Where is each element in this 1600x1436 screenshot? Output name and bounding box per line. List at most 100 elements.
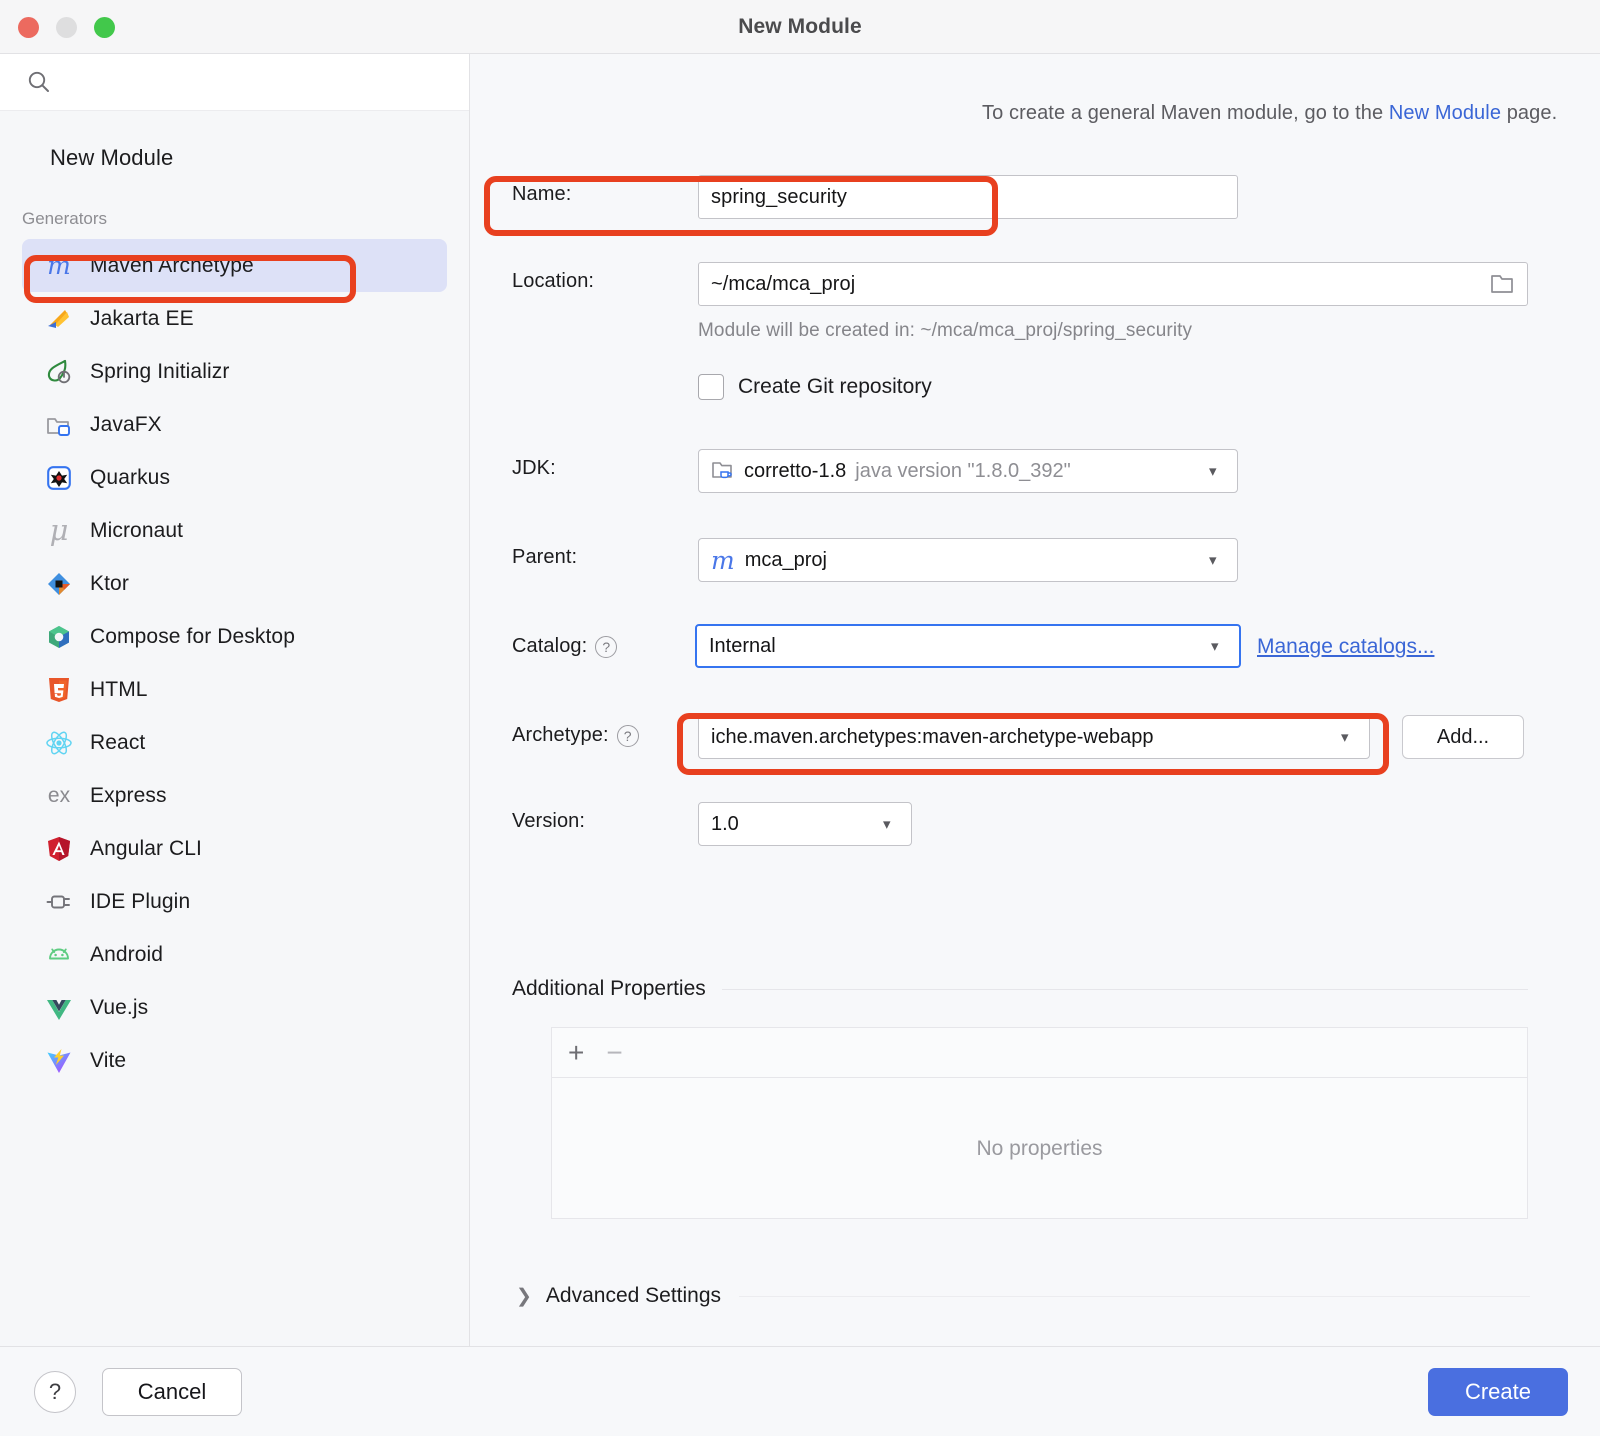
parent-value: mca_proj <box>744 548 827 571</box>
sidebar-heading: New Module <box>50 145 174 170</box>
jdk-detail: java version "1.8.0_392" <box>855 459 1071 482</box>
advanced-settings-toggle[interactable]: ❯ Advanced Settings <box>516 1284 1530 1308</box>
sidebar-item-javafx[interactable]: JavaFX <box>22 398 447 451</box>
sidebar-item-quarkus[interactable]: Quarkus <box>22 451 447 504</box>
create-git-repository-checkbox[interactable] <box>698 374 724 400</box>
sidebar-item-ide-plugin[interactable]: IDE Plugin <box>22 875 447 928</box>
plus-icon[interactable]: + <box>568 1038 584 1067</box>
sidebar-item-compose-for-desktop[interactable]: Compose for Desktop <box>22 610 447 663</box>
maven-icon: m <box>711 547 735 573</box>
sidebar-item-label: Maven Archetype <box>90 253 254 277</box>
sidebar-item-label: Compose for Desktop <box>90 624 295 648</box>
search-input[interactable] <box>62 70 455 94</box>
maven-icon: m <box>47 251 71 280</box>
minimize-button[interactable] <box>56 17 77 38</box>
main-panel: To create a general Maven module, go to … <box>470 54 1600 1346</box>
catalog-dropdown[interactable]: Internal ▾ <box>695 624 1241 668</box>
sidebar-item-label: Angular CLI <box>90 836 202 860</box>
title-bar: New Module <box>0 0 1600 54</box>
create-label: Create <box>1464 1378 1532 1404</box>
plugin-icon <box>44 887 74 917</box>
sidebar-item-angular-cli[interactable]: Angular CLI <box>22 822 447 875</box>
sidebar-item-ktor[interactable]: Ktor <box>22 557 447 610</box>
chevron-right-icon: ❯ <box>516 1285 532 1307</box>
search-bar[interactable] <box>0 54 469 111</box>
compose-icon <box>44 622 74 652</box>
sidebar-item-vite[interactable]: Vite <box>22 1034 447 1087</box>
create-git-repository-checkbox-row[interactable]: Create Git repository <box>698 374 932 400</box>
dialog-footer: ? Cancel Create <box>0 1346 1600 1436</box>
micronaut-icon: μ <box>49 513 69 547</box>
sidebar-item-label: IDE Plugin <box>90 889 191 913</box>
intro-text: To create a general Maven module, go to … <box>470 54 1600 125</box>
sidebar-item-html[interactable]: HTML <box>22 663 447 716</box>
window-controls <box>18 17 115 38</box>
jdk-value: corretto-1.8 <box>744 459 847 482</box>
sidebar-item-maven-archetype[interactable]: m Maven Archetype <box>22 239 447 292</box>
create-button[interactable]: Create <box>1428 1367 1568 1416</box>
parent-dropdown[interactable]: m mca_proj ▾ <box>698 538 1238 582</box>
angular-icon <box>44 834 74 864</box>
additional-properties-panel: + − No properties <box>551 1027 1528 1219</box>
catalog-label: Catalog: <box>512 635 588 657</box>
manage-catalogs-link[interactable]: Manage catalogs... <box>1257 635 1434 659</box>
chevron-down-icon[interactable]: ▾ <box>883 817 901 832</box>
parent-label-row: Parent: <box>512 546 577 569</box>
sidebar-item-android[interactable]: Android <box>22 928 447 981</box>
android-icon <box>44 940 74 970</box>
question-icon[interactable]: ? <box>616 724 639 747</box>
sidebar-item-react[interactable]: React <box>22 716 447 769</box>
folder-icon[interactable] <box>1489 272 1515 296</box>
html5-icon <box>44 675 74 705</box>
ktor-icon <box>44 569 74 599</box>
chevron-down-icon[interactable]: ▾ <box>1209 553 1227 568</box>
name-label: Name: <box>512 183 572 205</box>
chevron-down-icon[interactable]: ▾ <box>1211 639 1229 654</box>
location-input-value: ~/mca/mca_proj <box>711 272 856 295</box>
help-button[interactable]: ? <box>34 1370 76 1413</box>
archetype-value: iche.maven.archetypes:maven-archetype-we… <box>711 725 1154 748</box>
sidebar-item-spring-initializr[interactable]: Spring Initializr <box>22 345 447 398</box>
new-module-link[interactable]: New Module <box>1389 102 1501 124</box>
version-dropdown[interactable]: 1.0 ▾ <box>698 802 912 846</box>
chevron-down-icon[interactable]: ▾ <box>1209 464 1227 479</box>
cancel-button[interactable]: Cancel <box>102 1367 242 1416</box>
sidebar-item-label: Ktor <box>90 571 129 595</box>
jakarta-ee-icon <box>44 304 74 334</box>
spring-icon <box>44 357 74 387</box>
add-archetype-button[interactable]: Add... <box>1402 715 1524 759</box>
quarkus-icon <box>44 463 74 493</box>
sidebar-item-label: Jakarta EE <box>90 306 194 330</box>
jdk-dropdown[interactable]: corretto-1.8 java version "1.8.0_392" ▾ <box>698 449 1238 493</box>
properties-empty-state: No properties <box>976 1136 1103 1160</box>
sidebar-item-micronaut[interactable]: μ Micronaut <box>22 504 447 557</box>
jdk-folder-icon <box>711 460 735 482</box>
sidebar-item-label: Vite <box>90 1048 127 1072</box>
sidebar-item-label: Android <box>90 942 164 966</box>
minus-icon: − <box>606 1036 623 1068</box>
question-icon: ? <box>48 1378 62 1404</box>
javafx-icon <box>44 410 74 440</box>
sidebar-item-label: Express <box>90 783 167 807</box>
vuejs-icon <box>44 993 74 1023</box>
close-button[interactable] <box>18 17 39 38</box>
sidebar-item-label: Spring Initializr <box>90 359 230 383</box>
version-value: 1.0 <box>711 812 739 835</box>
sidebar-item-vuejs[interactable]: Vue.js <box>22 981 447 1034</box>
question-icon[interactable]: ? <box>595 635 618 658</box>
create-git-repository-label: Create Git repository <box>738 375 932 398</box>
sidebar-item-label: Quarkus <box>90 465 171 489</box>
chevron-down-icon[interactable]: ▾ <box>1341 730 1359 745</box>
sidebar-item-label: JavaFX <box>90 412 162 436</box>
jdk-label-row: JDK: <box>512 457 556 480</box>
intro-prefix: To create a general Maven module, go to … <box>982 102 1389 124</box>
jdk-label: JDK: <box>512 457 556 479</box>
location-input[interactable]: ~/mca/mca_proj <box>698 262 1528 306</box>
sidebar-item-label: Vue.js <box>90 995 149 1019</box>
archetype-dropdown[interactable]: iche.maven.archetypes:maven-archetype-we… <box>698 715 1370 759</box>
additional-properties-title: Additional Properties <box>512 977 706 1000</box>
sidebar-item-express[interactable]: ex Express <box>22 769 447 822</box>
zoom-button[interactable] <box>94 17 115 38</box>
cancel-label: Cancel <box>137 1378 207 1404</box>
sidebar-item-jakarta-ee[interactable]: Jakarta EE <box>22 292 447 345</box>
